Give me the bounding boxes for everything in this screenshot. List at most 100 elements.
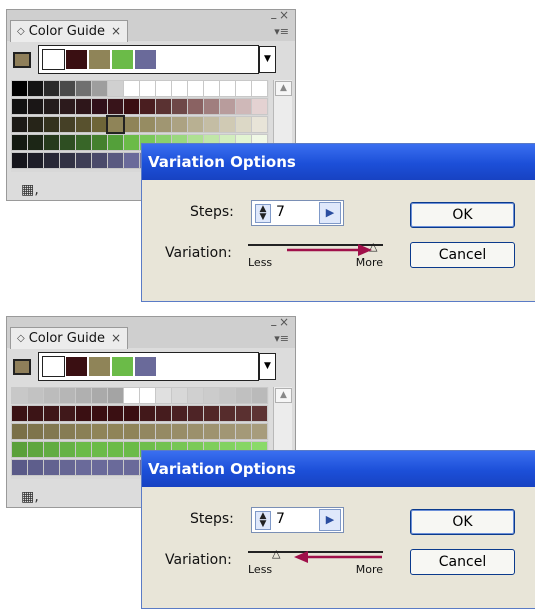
variation-swatch[interactable] <box>75 459 92 476</box>
harmony-color-chip[interactable] <box>89 50 110 69</box>
menu-icon[interactable]: ▾≡ <box>274 25 289 38</box>
variation-swatch[interactable] <box>75 441 92 458</box>
variation-swatch[interactable] <box>123 441 140 458</box>
variation-swatch[interactable] <box>27 387 44 404</box>
scroll-up-icon[interactable]: ▲ <box>275 388 292 403</box>
variation-swatch[interactable] <box>75 387 92 404</box>
harmony-color-chip[interactable] <box>66 50 87 69</box>
cancel-button[interactable]: Cancel <box>410 242 515 268</box>
variation-swatch[interactable] <box>11 80 28 97</box>
harmony-rule-strip[interactable] <box>38 45 259 74</box>
variation-swatch[interactable] <box>91 134 108 151</box>
variation-swatch[interactable] <box>155 116 172 133</box>
variation-swatch[interactable] <box>43 116 60 133</box>
variation-swatch[interactable] <box>11 459 28 476</box>
variation-swatch[interactable] <box>139 80 156 97</box>
variation-swatch[interactable] <box>59 441 76 458</box>
variation-swatch[interactable] <box>171 405 188 422</box>
variation-swatch[interactable] <box>203 116 220 133</box>
variation-swatch[interactable] <box>107 423 124 440</box>
variation-swatch[interactable] <box>171 80 188 97</box>
scroll-up-icon[interactable]: ▲ <box>275 81 292 96</box>
variation-swatch[interactable] <box>75 116 92 133</box>
variation-swatch[interactable] <box>107 98 124 115</box>
minimize-icon[interactable]: – <box>271 11 278 26</box>
chevron-down-icon[interactable]: ▼ <box>259 353 276 380</box>
variation-swatch[interactable] <box>123 423 140 440</box>
variation-swatch[interactable] <box>11 423 28 440</box>
harmony-color-chip[interactable] <box>66 357 87 376</box>
variation-swatch[interactable] <box>187 98 204 115</box>
minimize-icon[interactable]: – <box>271 318 278 333</box>
variation-swatch[interactable] <box>123 116 140 133</box>
variation-swatch[interactable] <box>11 134 28 151</box>
variation-swatch[interactable] <box>91 459 108 476</box>
variation-swatch[interactable] <box>27 98 44 115</box>
chevron-right-icon[interactable]: ▶ <box>319 202 341 224</box>
variation-swatch[interactable] <box>43 387 60 404</box>
variation-swatch[interactable] <box>11 441 28 458</box>
harmony-color-chip[interactable] <box>89 357 110 376</box>
variation-swatch[interactable] <box>155 405 172 422</box>
slider-thumb[interactable]: △ <box>272 547 280 560</box>
harmony-color-chip[interactable] <box>135 50 156 69</box>
variation-swatch[interactable] <box>11 98 28 115</box>
up-down-icon[interactable]: ▲ ▼ <box>255 204 271 223</box>
up-down-icon[interactable]: ▲ ▼ <box>255 511 271 530</box>
ok-button[interactable]: OK <box>410 202 515 228</box>
harmony-color-chip[interactable] <box>42 356 65 377</box>
color-guide-tab[interactable]: ◇ Color Guide × <box>10 20 129 42</box>
variation-swatch[interactable] <box>106 115 125 134</box>
variation-swatch[interactable] <box>43 459 60 476</box>
variation-swatch[interactable] <box>251 98 268 115</box>
variation-swatch[interactable] <box>91 80 108 97</box>
variation-swatch[interactable] <box>139 423 156 440</box>
variation-swatch[interactable] <box>75 98 92 115</box>
variation-swatch[interactable] <box>235 80 252 97</box>
base-color-swatch[interactable] <box>13 52 31 68</box>
base-color-swatch[interactable] <box>13 359 31 375</box>
variation-swatch[interactable] <box>59 152 76 169</box>
variation-swatch[interactable] <box>75 423 92 440</box>
variation-swatch[interactable] <box>59 405 76 422</box>
color-guide-tab[interactable]: ◇ Color Guide × <box>10 327 129 349</box>
variation-swatch[interactable] <box>203 98 220 115</box>
variation-swatch[interactable] <box>235 387 252 404</box>
variation-swatch[interactable] <box>43 98 60 115</box>
variation-swatch[interactable] <box>123 80 140 97</box>
variation-swatch[interactable] <box>59 459 76 476</box>
variation-swatch[interactable] <box>235 405 252 422</box>
variation-swatch[interactable] <box>123 152 140 169</box>
variation-slider[interactable]: △ Less More <box>248 240 383 274</box>
steps-value[interactable]: 7 <box>276 511 285 527</box>
variation-swatch[interactable] <box>59 98 76 115</box>
variation-swatch[interactable] <box>27 405 44 422</box>
variation-swatch[interactable] <box>43 423 60 440</box>
variation-swatch[interactable] <box>251 405 268 422</box>
variation-swatch[interactable] <box>91 387 108 404</box>
chevron-down-icon[interactable]: ▼ <box>259 46 276 73</box>
variation-swatch[interactable] <box>171 98 188 115</box>
variation-swatch[interactable] <box>27 134 44 151</box>
variation-swatch[interactable] <box>75 405 92 422</box>
variation-swatch[interactable] <box>123 405 140 422</box>
variation-swatch[interactable] <box>91 98 108 115</box>
variation-swatch[interactable] <box>27 459 44 476</box>
variation-swatch[interactable] <box>139 405 156 422</box>
variation-swatch[interactable] <box>139 116 156 133</box>
variation-swatch[interactable] <box>187 80 204 97</box>
variation-swatch[interactable] <box>187 116 204 133</box>
cancel-button[interactable]: Cancel <box>410 549 515 575</box>
harmony-color-chip[interactable] <box>112 50 133 69</box>
variation-swatch[interactable] <box>203 423 220 440</box>
variation-swatch[interactable] <box>155 423 172 440</box>
variation-swatch[interactable] <box>11 116 28 133</box>
variation-swatch[interactable] <box>155 80 172 97</box>
close-icon[interactable]: × <box>111 328 121 349</box>
slider-thumb[interactable]: △ <box>369 240 377 253</box>
close-icon[interactable]: × <box>279 8 289 22</box>
variation-swatch[interactable] <box>59 116 76 133</box>
variation-swatch[interactable] <box>171 387 188 404</box>
variation-swatch[interactable] <box>75 134 92 151</box>
variation-swatch[interactable] <box>123 459 140 476</box>
